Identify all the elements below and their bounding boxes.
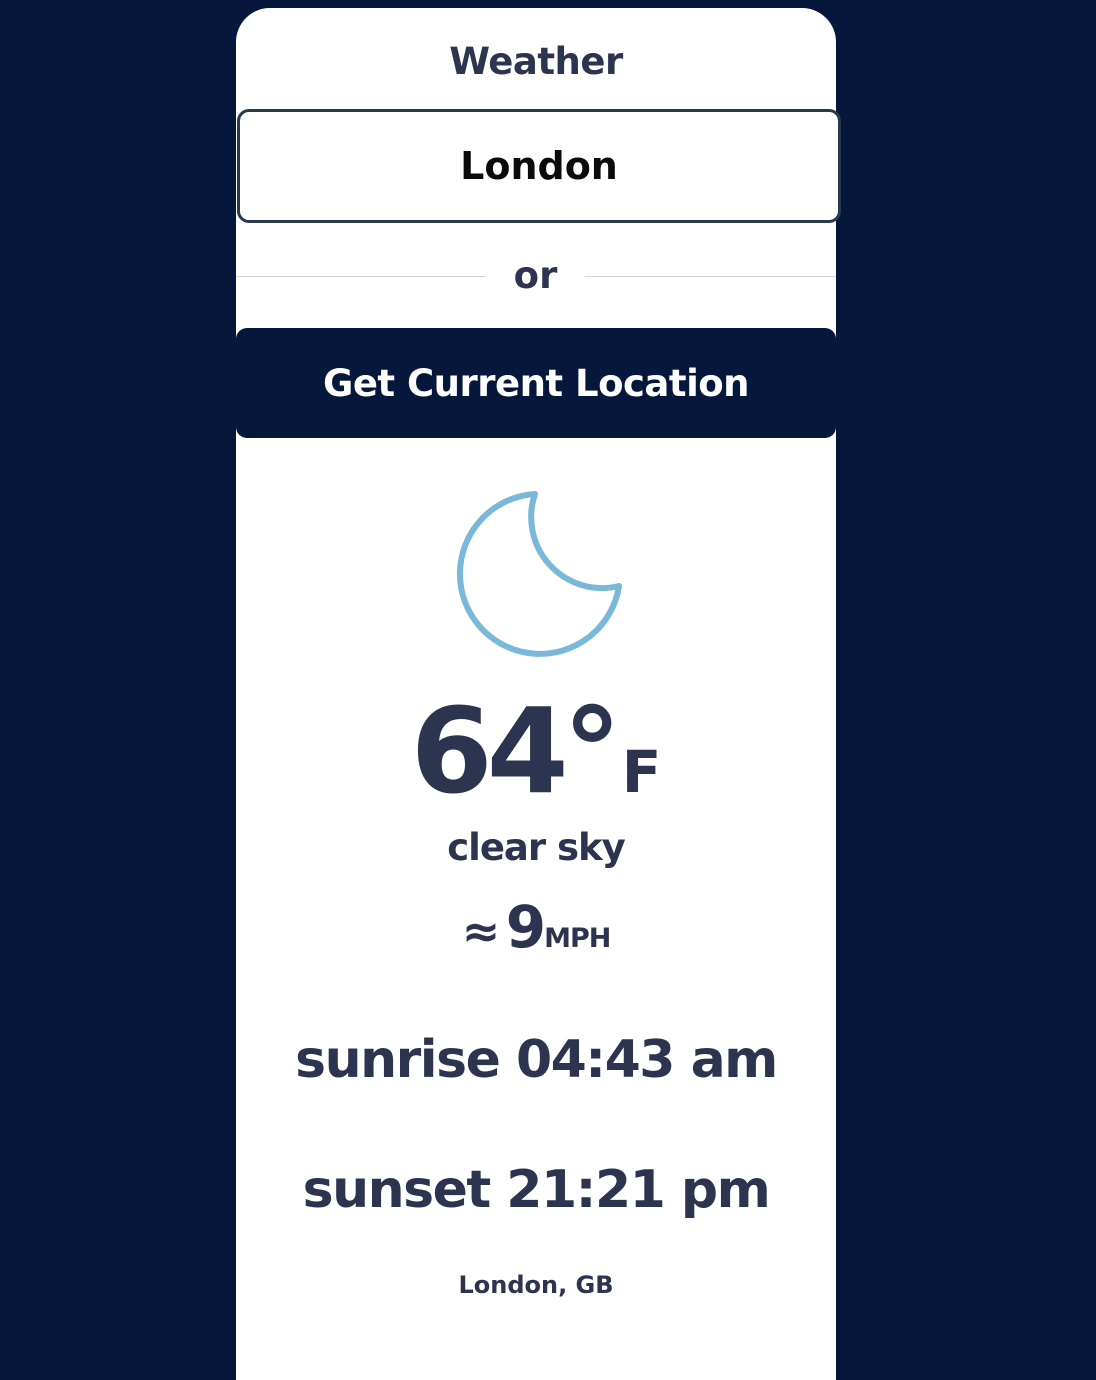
page: Weather or Get Current Location 64°F cle… xyxy=(0,0,1096,1380)
city-search-input[interactable] xyxy=(237,109,841,223)
sunrise-time: sunrise 04:43 am xyxy=(295,1030,778,1090)
wind-speed-unit: MPH xyxy=(544,923,611,954)
get-current-location-button[interactable]: Get Current Location xyxy=(236,328,836,438)
divider-text: or xyxy=(513,254,558,297)
or-divider: or xyxy=(236,246,836,306)
temperature-unit: F xyxy=(621,738,662,806)
divider-line-left xyxy=(236,276,486,277)
app-title: Weather xyxy=(449,40,623,83)
wind-speed-value: 9 xyxy=(505,893,546,961)
temperature-value: 64° xyxy=(410,682,622,820)
wind-display: ≈ 9MPH xyxy=(236,893,836,961)
location-label: London, GB xyxy=(458,1271,614,1299)
weather-description: clear sky xyxy=(447,826,626,869)
divider-line-right xyxy=(585,276,836,277)
sunset-time: sunset 21:21 pm xyxy=(302,1160,771,1220)
wind-icon: ≈ xyxy=(461,904,501,958)
temperature-display: 64° F xyxy=(236,692,836,810)
weather-card: Weather or Get Current Location 64°F cle… xyxy=(236,8,841,1380)
moon-icon xyxy=(449,478,629,658)
